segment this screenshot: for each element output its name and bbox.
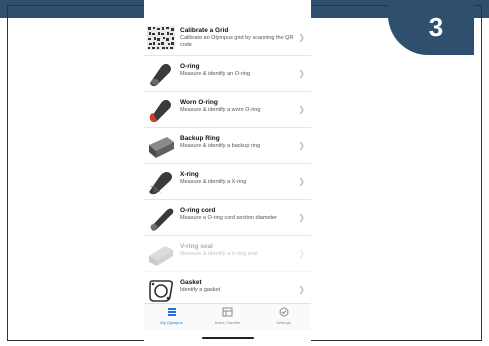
item-title: O-ring cord [180,207,216,214]
list-item-calibrate-grid[interactable]: Calibrate a Grid Calibrate an Olympus gr… [144,20,311,56]
chevron-right-icon: ❯ [298,69,305,78]
item-subtitle: Measure & identify a worn O-ring [180,107,261,113]
o-ring-icon [147,61,175,87]
item-subtitle: Measure & identify a backup ring [180,143,261,149]
list-item-o-ring-cord[interactable]: O-ring cord Measure a O-ring cord sectio… [144,200,311,236]
worn-o-ring-icon [147,97,175,123]
item-subtitle: Measure a O-ring cord section diameter [180,215,277,221]
list-item-backup-ring[interactable]: Backup Ring Measure & identify a backup … [144,128,311,164]
x-ring-icon [147,169,175,195]
measurement-list: Calibrate a Grid Calibrate an Olympus gr… [144,20,311,308]
tab-label: Settings [276,320,291,325]
transfer-icon [200,307,255,318]
item-title: O-ring [180,63,200,70]
list-item-o-ring[interactable]: O-ring Measure & identify an O-ring ❯ [144,56,311,92]
item-subtitle: Calibrate an Olympus grid by scanning th… [180,35,294,48]
home-indicator [202,337,254,339]
item-title: Backup Ring [180,135,220,142]
item-subtitle: Measure & identify an O-ring [180,71,251,77]
item-subtitle: Measure & identify a V-ring seal [180,251,258,257]
v-ring-seal-icon [147,241,175,267]
tab-settings[interactable]: Settings [256,307,311,325]
chevron-right-icon: ❯ [298,285,305,294]
tab-label: My Olympus [160,320,183,325]
o-ring-cord-icon [147,205,175,231]
gasket-icon [147,277,175,303]
chevron-right-icon: ❯ [298,141,305,150]
item-title: Worn O-ring [180,99,218,106]
item-title: Gasket [180,279,202,286]
item-subtitle: Measure & identify a X-ring [180,179,247,185]
tab-sales-transfer[interactable]: Sales Transfer [200,307,255,325]
list-item-v-ring-seal[interactable]: V-ring seal Measure & identify a V-ring … [144,236,311,272]
item-title: V-ring seal [180,243,213,250]
chevron-right-icon: ❯ [298,213,305,222]
item-subtitle: Identify a gasket [180,287,221,293]
tab-bar: My Olympus Sales Transfer Settings [144,303,311,330]
backup-ring-icon [147,133,175,159]
list-item-x-ring[interactable]: X-ring Measure & identify a X-ring ❯ [144,164,311,200]
item-title: Calibrate a Grid [180,27,229,34]
chevron-right-icon: ❯ [298,249,305,258]
qr-grid-icon [147,25,175,51]
tab-label: Sales Transfer [214,320,241,325]
list-icon [144,307,199,318]
chevron-right-icon: ❯ [298,33,305,42]
tab-my-olympus[interactable]: My Olympus [144,307,199,325]
status-strip [144,13,311,19]
phone-screen: Calibrate a Grid Calibrate an Olympus gr… [144,0,311,346]
settings-icon [256,307,311,318]
item-title: X-ring [180,171,199,178]
chevron-right-icon: ❯ [298,105,305,114]
list-item-worn-o-ring[interactable]: Worn O-ring Measure & identify a worn O-… [144,92,311,128]
chevron-right-icon: ❯ [298,177,305,186]
